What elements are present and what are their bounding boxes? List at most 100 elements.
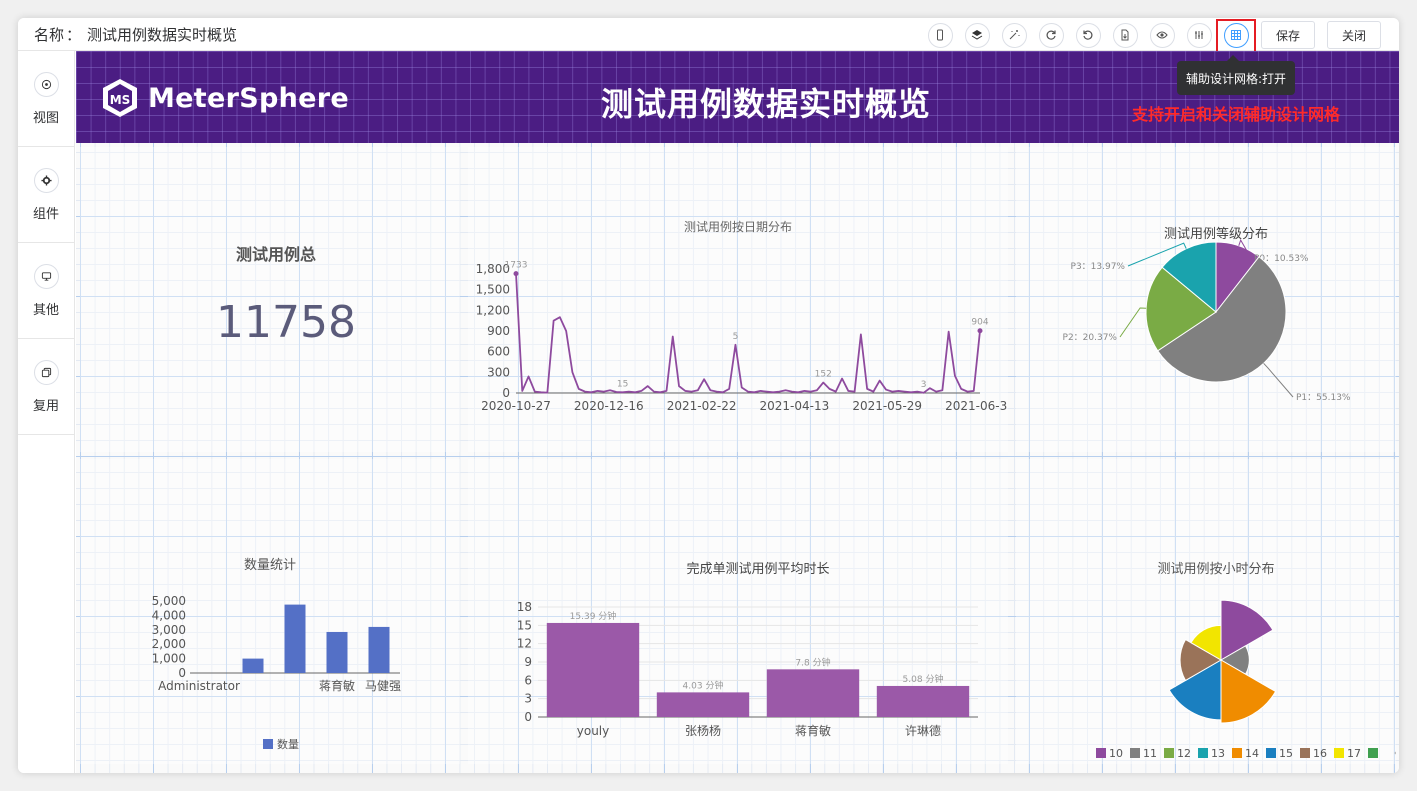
level-distribution-chart: 测试用例等级分布P0：10.53%P1：55.13%P2：20.37%P3：13… bbox=[1063, 226, 1351, 403]
y-tick-label: 900 bbox=[487, 324, 510, 338]
sidebar-item-view[interactable]: 视图 bbox=[18, 51, 74, 147]
undo-icon[interactable] bbox=[1075, 22, 1101, 48]
legend-swatch bbox=[1164, 748, 1174, 758]
component-icon bbox=[33, 167, 59, 193]
sidebar-item-component[interactable]: 组件 bbox=[18, 147, 74, 243]
x-tick-label: 马健强 bbox=[365, 679, 401, 693]
bar bbox=[766, 669, 860, 717]
level-distribution-card[interactable]: 测试用例等级分布 P0：10.53% P1：55.13% P2：20.37% P3：13… bbox=[1016, 147, 1396, 452]
date-distribution-chart: 测试用例按日期分布03006009001,2001,5001,8002020-1… bbox=[476, 219, 1015, 413]
x-tick-label: 许琳德 bbox=[905, 723, 941, 738]
panel-name: 名称： 测试用例数据实时概览 bbox=[34, 24, 237, 45]
sidebar-item-other[interactable]: 其他 bbox=[18, 243, 74, 339]
date-distribution-card[interactable]: 测试用例按日期分布 0 300 600 900 1,200 1,500 1,800 2020-1… bbox=[468, 147, 1015, 452]
legend-swatch bbox=[1232, 748, 1242, 758]
x-tick-label: youly bbox=[577, 724, 609, 738]
legend-label: 数量 bbox=[277, 738, 299, 751]
legend-label: 10 bbox=[1109, 747, 1123, 760]
left-sidebar: 视图 组件 其他 复用 bbox=[18, 51, 75, 773]
legend-swatch bbox=[1130, 748, 1140, 758]
legend-label: 17 bbox=[1347, 747, 1361, 760]
data-label: 1733 bbox=[505, 261, 528, 271]
slice-label: P1：55.13% bbox=[1296, 393, 1351, 403]
data-label: 15.39 分钟 bbox=[570, 610, 617, 622]
count-stats-card[interactable]: 数量统计 0 1,000 2,000 3,000 4,000 5,000 Administra… bbox=[80, 459, 460, 764]
close-button[interactable]: 关闭 bbox=[1326, 21, 1381, 49]
linkage-icon[interactable] bbox=[1186, 22, 1212, 48]
save-button[interactable]: 保存 bbox=[1260, 21, 1315, 49]
data-point bbox=[977, 328, 983, 334]
y-tick-label: 0 bbox=[502, 386, 510, 400]
x-tick-label: 蒋育敏 bbox=[319, 678, 355, 693]
metersphere-logo: MS MeterSphere bbox=[100, 77, 349, 119]
y-tick-label: 12 bbox=[517, 637, 532, 651]
editor-window: 名称：测试用例数据实时概览 保存 关闭 辅助设计网格:打开 视图 组件 其他 复… bbox=[18, 18, 1399, 773]
data-label: 4.03 分钟 bbox=[683, 679, 724, 691]
y-tick-label: 5,000 bbox=[152, 594, 186, 608]
chart-title: 测试用例按日期分布 bbox=[684, 219, 792, 234]
y-tick-label: 0 bbox=[524, 710, 532, 724]
x-tick-label: 2020-12-16 bbox=[574, 399, 644, 413]
y-tick-label: 18 bbox=[517, 600, 532, 614]
layers-icon[interactable] bbox=[964, 22, 990, 48]
preview-icon[interactable] bbox=[1149, 22, 1175, 48]
import-icon[interactable] bbox=[1112, 22, 1138, 48]
hour-distribution-card[interactable]: 测试用例按小时分布10111213141516171/2 bbox=[1016, 459, 1399, 764]
y-tick-label: 4,000 bbox=[152, 608, 186, 622]
name-value: 测试用例数据实时概览 bbox=[87, 26, 238, 44]
y-tick-label: 3,000 bbox=[152, 623, 186, 637]
avg-duration-card[interactable]: 完成单测试用例平均时长 0 3 6 9 12 15 18 15.39 分钟 youly 4.03 分… bbox=[468, 459, 1008, 764]
logo-icon: MS bbox=[103, 79, 137, 117]
y-tick-label: 300 bbox=[487, 365, 510, 379]
svg-text:MS: MS bbox=[110, 93, 131, 107]
legend-swatch bbox=[1300, 748, 1310, 758]
total-cases-card[interactable]: 测试用例总 11758 bbox=[80, 147, 460, 452]
top-toolbar: 名称： 测试用例数据实时概览 保存 关闭 bbox=[18, 18, 1399, 51]
y-tick-label: 3 bbox=[524, 692, 532, 706]
bar bbox=[368, 626, 390, 673]
hour-distribution-chart: 测试用例按小时分布10111213141516171/2 bbox=[1096, 562, 1399, 760]
label-line bbox=[1119, 307, 1147, 338]
dashboard-title: 测试用例数据实时概览 bbox=[600, 85, 931, 123]
x-tick-label: 张杨杨 bbox=[685, 723, 721, 738]
magic-icon[interactable] bbox=[1001, 22, 1027, 48]
bar bbox=[242, 658, 264, 673]
series-line bbox=[515, 273, 981, 394]
bar bbox=[326, 631, 348, 673]
sidebar-item-reuse[interactable]: 复用 bbox=[18, 339, 74, 435]
legend-label: 12 bbox=[1177, 747, 1191, 760]
legend-label: 14 bbox=[1245, 747, 1259, 760]
count-stats-chart: 数量统计 01,0002,0003,0004,0005,000 Administra… bbox=[152, 558, 401, 751]
y-tick-label: 9 bbox=[524, 655, 532, 669]
legend-prev-icon bbox=[1394, 749, 1399, 757]
design-canvas[interactable]: MS MeterSphere 测试用例数据实时概览 支持开启和关闭辅助设计网格 … bbox=[76, 51, 1399, 773]
slice-label: P3：13.97% bbox=[1071, 262, 1126, 272]
reuse-icon bbox=[33, 359, 59, 385]
x-tick-label: 2021-06-30 bbox=[945, 399, 1008, 413]
data-point bbox=[513, 271, 519, 277]
y-tick-label: 1,500 bbox=[476, 283, 510, 297]
legend-swatch bbox=[1334, 748, 1344, 758]
legend-label: 16 bbox=[1313, 747, 1327, 760]
y-tick-label: 15 bbox=[517, 618, 532, 632]
name-label: 名称 bbox=[34, 26, 65, 44]
data-label: 904 bbox=[971, 318, 988, 328]
y-tick-label: 0 bbox=[178, 666, 186, 680]
bar bbox=[876, 685, 970, 717]
avg-duration-chart: 完成单测试用例平均时长 0 3 6 9 12 15 18 15.39 分钟 youly 4.03 分… bbox=[517, 562, 978, 738]
slice-label: P2：20.37% bbox=[1063, 333, 1118, 343]
data-label: 7.8 分钟 bbox=[795, 656, 830, 668]
legend-swatch bbox=[263, 739, 273, 749]
legend-swatch bbox=[1096, 748, 1106, 758]
data-label: 15 bbox=[617, 379, 628, 389]
bar bbox=[546, 622, 640, 717]
x-tick-label: 2021-04-13 bbox=[760, 399, 830, 413]
data-label: 5.08 分钟 bbox=[903, 673, 944, 685]
redo-icon[interactable] bbox=[1038, 22, 1064, 48]
mobile-icon[interactable] bbox=[927, 22, 953, 48]
data-label: 3 bbox=[921, 380, 927, 390]
logo-text: MeterSphere bbox=[148, 82, 349, 114]
chart-title: 数量统计 bbox=[244, 558, 296, 573]
y-tick-label: 6 bbox=[524, 673, 532, 687]
grid-feature-note: 支持开启和关闭辅助设计网格 bbox=[1132, 105, 1341, 124]
